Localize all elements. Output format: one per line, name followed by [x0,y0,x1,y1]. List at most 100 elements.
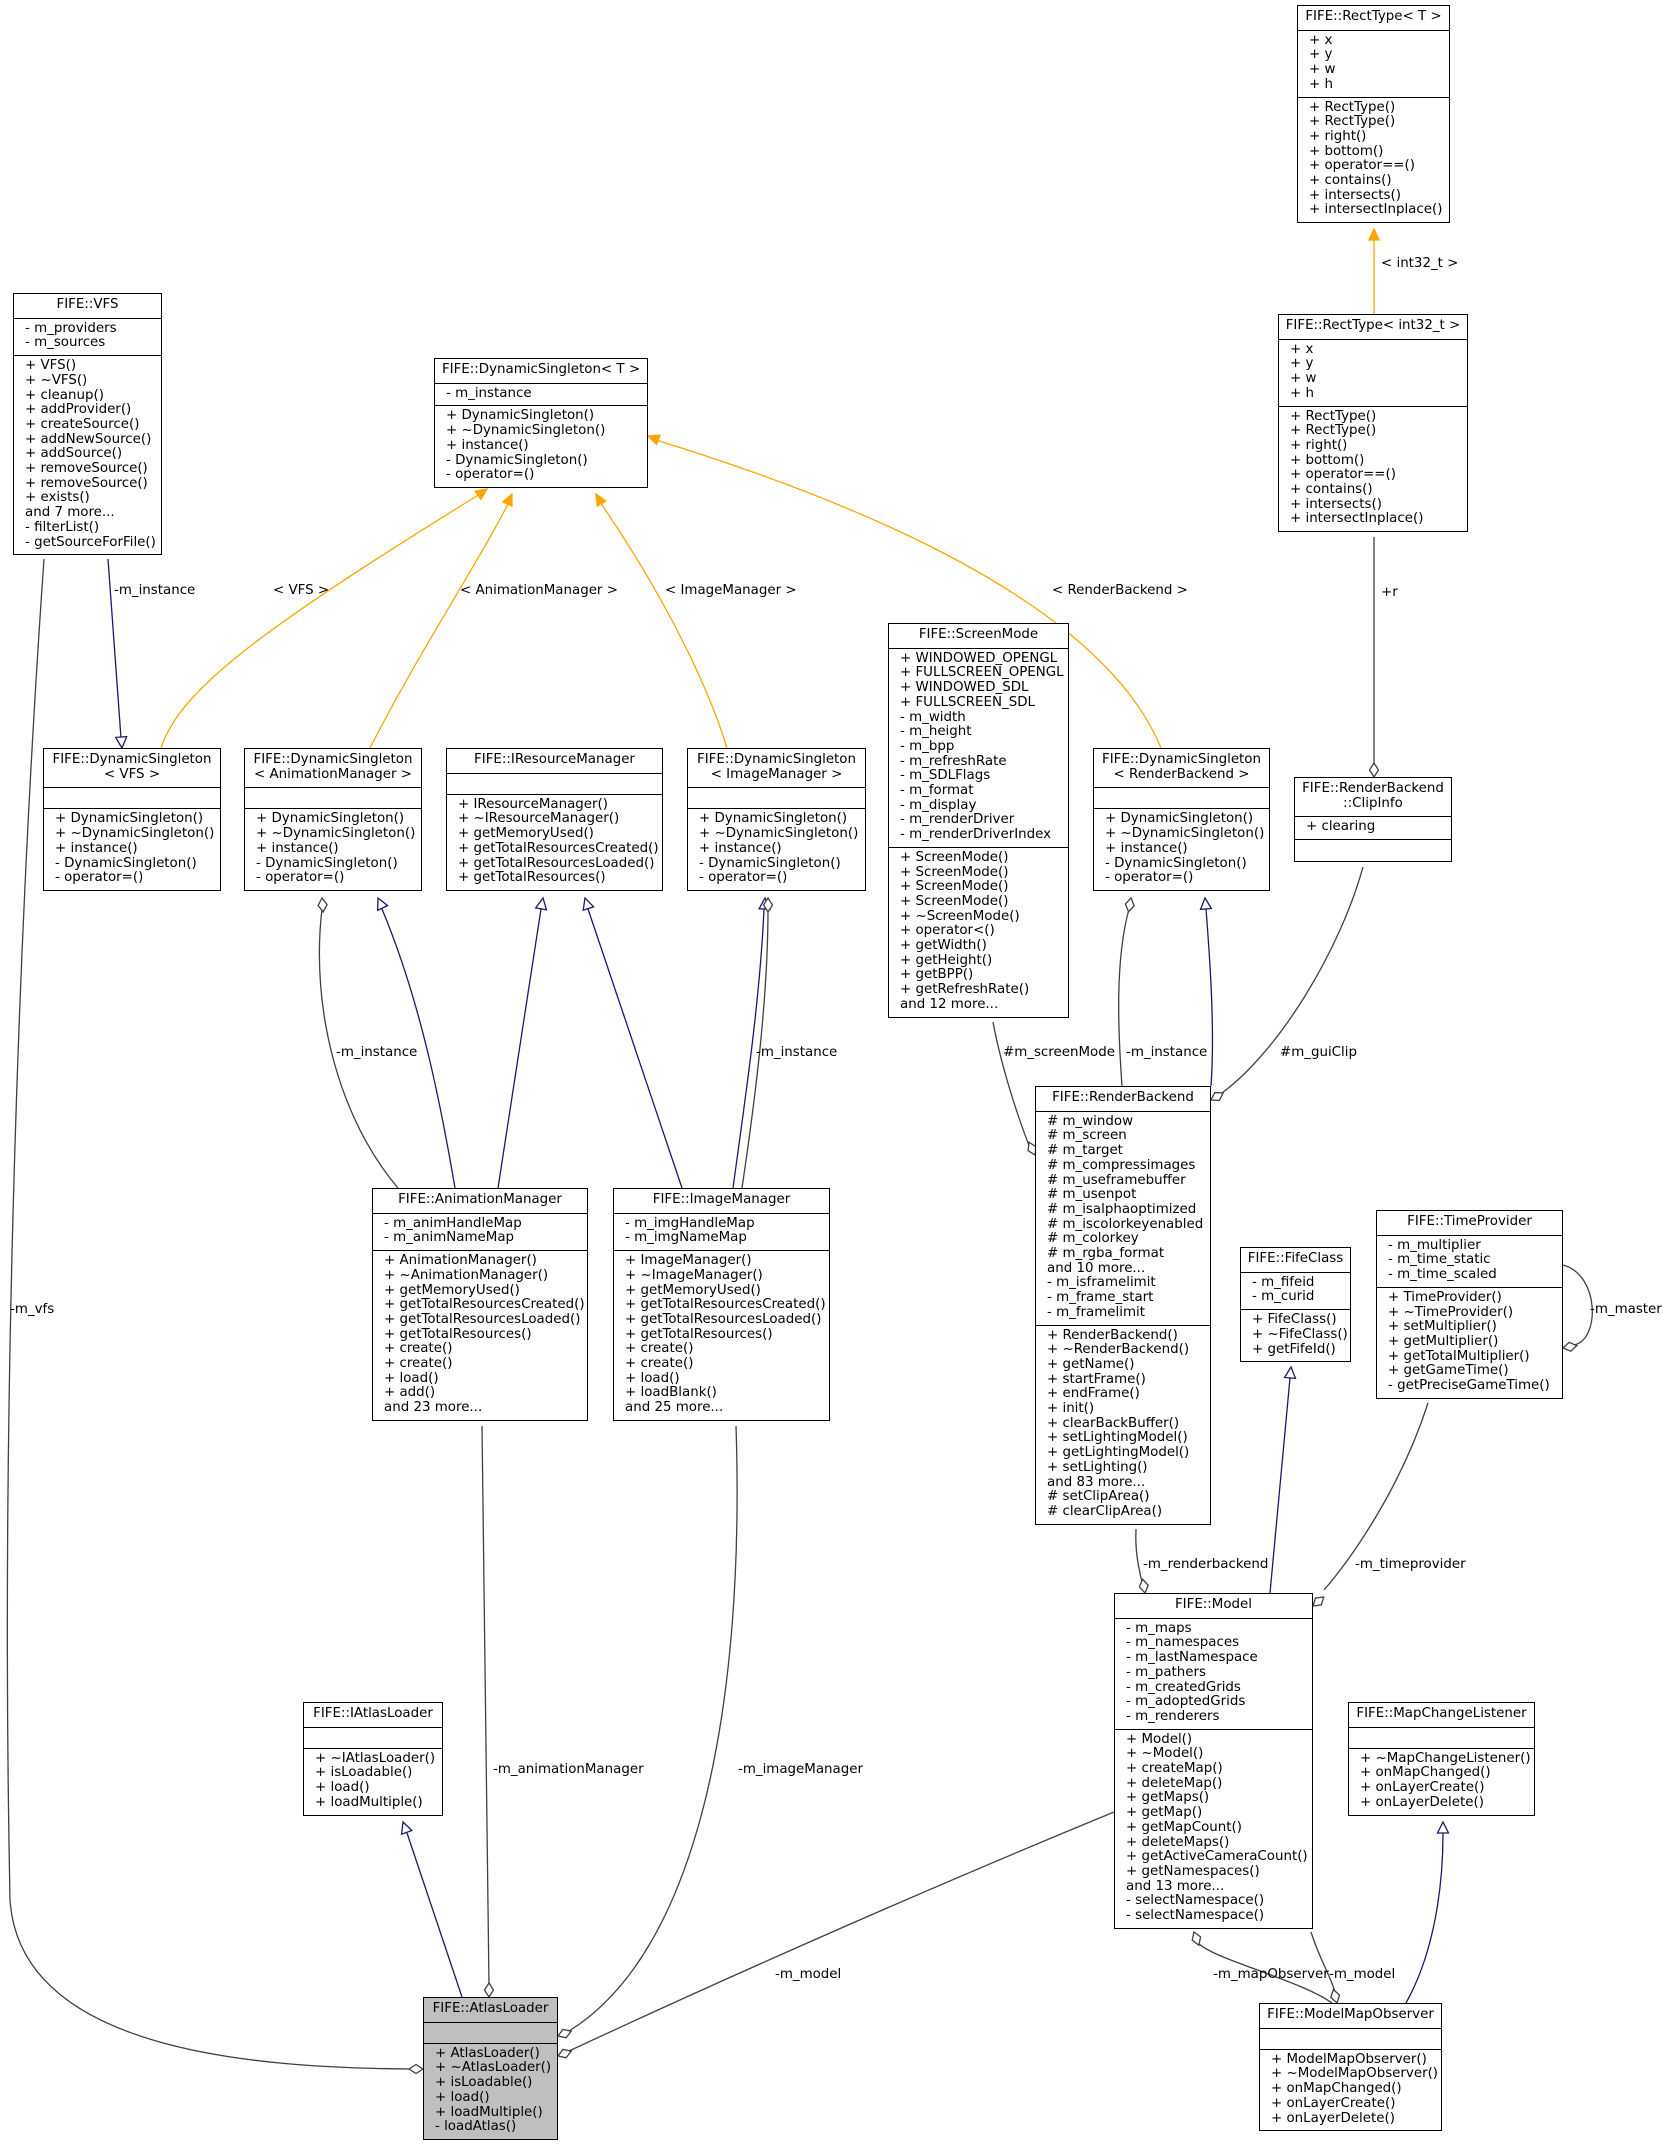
edge-usage-timeprovider-to-timeprovider [1562,1264,1593,1346]
methods-section: + DynamicSingleton() + ~DynamicSingleton(… [435,406,647,487]
method: - DynamicSingleton() [699,855,841,871]
method: + intersects() [1290,496,1382,512]
attribute: # m_window [1047,1113,1134,1129]
aggregation-diamond-icon [1191,1930,1202,1947]
edge-inherit-atlasloader-to-iatlasloader [406,1832,463,1998]
method: + getName() [1047,1356,1135,1372]
class-node-mapchangelistener[interactable]: FIFE::MapChangeListener + ~MapChangeListe… [1348,1702,1535,1816]
method: + contains() [1290,482,1373,498]
method: + create() [384,1341,453,1357]
attribute: + w [1290,371,1317,387]
class-title: FIFE::DynamicSingleton < RenderBackend > [1094,749,1269,789]
method: + FifeClass() [1252,1312,1337,1328]
method: + getMultiplier() [1388,1333,1499,1349]
method: + ModelMapObserver() [1271,2051,1427,2067]
class-title: FIFE::TimeProvider [1377,1211,1562,1236]
edge-label: -m_mapObserver [1213,1967,1329,1982]
method: and 23 more... [384,1400,483,1416]
method: + AtlasLoader() [435,2045,540,2061]
method: + setMultiplier() [1388,1319,1497,1335]
class-node-clipinfo[interactable]: FIFE::RenderBackend ::ClipInfo + clearing [1294,777,1452,863]
class-node-ds-anim[interactable]: FIFE::DynamicSingleton < AnimationManage… [244,748,422,891]
method: + intersects() [1309,187,1401,203]
attribute: - m_framelimit [1047,1304,1145,1320]
method: + create() [625,1356,694,1372]
method: + bottom() [1290,452,1365,468]
attribute: + FULLSCREEN_OPENGL [900,665,1064,681]
method: - loadAtlas() [435,2119,517,2135]
edge-template-ds-vfs-to-ds-t [160,493,481,749]
attribute: - m_lastNamespace [1126,1650,1258,1666]
method: + createMap() [1126,1761,1223,1777]
method: and 12 more... [900,996,999,1012]
edge-usage-renderbackend-to-model [1135,1528,1143,1583]
attribute: + h [1309,76,1333,92]
method: + DynamicSingleton() [1105,811,1254,827]
class-title: FIFE::IAtlasLoader [304,1703,442,1728]
attribute: - m_renderers [1126,1708,1220,1724]
method: + load() [435,2089,490,2105]
attribute: - m_height [900,724,972,740]
method: + deleteMaps() [1126,1834,1230,1850]
attributes-section: - m_providers - m_sources [14,319,161,357]
class-node-recttype-int32[interactable]: FIFE::RectType< int32_t > + x + y + w + h + R… [1278,314,1468,533]
attribute: # m_iscolorkeyenabled [1047,1216,1204,1232]
class-node-ds-img[interactable]: FIFE::DynamicSingleton < ImageManager >+… [687,748,866,891]
class-title: FIFE::RenderBackend [1036,1087,1210,1112]
method: + isLoadable() [315,1765,413,1781]
inheritance-arrow-icon [377,896,389,912]
method: + cleanup() [25,387,104,403]
class-node-recttype-t[interactable]: FIFE::RectType< T > + x + y + w + h + RectTyp… [1297,5,1450,224]
attributes-section [44,788,220,810]
attribute: + clearing [1306,819,1376,835]
class-title: FIFE::IResourceManager [447,749,662,774]
class-node-ds-rb[interactable]: FIFE::DynamicSingleton < RenderBackend >… [1093,748,1270,891]
edge-label: -m_instance [336,1045,418,1060]
attributes-section [245,788,421,810]
class-node-renderbackend[interactable]: FIFE::RenderBackend # m_window # m_screen #… [1035,1086,1211,1525]
template-arrow-icon [473,488,489,501]
class-node-iresmgr[interactable]: FIFE::IResourceManager + IResourceManager… [446,748,663,891]
method: + ~DynamicSingleton() [55,826,215,842]
methods-section: + ModelMapObserver() + ~ModelMapObserver(… [1260,2050,1441,2131]
attribute: + h [1290,385,1314,401]
method: + startFrame() [1047,1371,1146,1387]
attributes-section [1094,788,1269,810]
method: + addSource() [25,446,123,462]
class-node-model[interactable]: FIFE::Model - m_maps - m_namespaces - m_las… [1114,1593,1313,1929]
method: + instance() [1105,840,1188,856]
aggregation-diamond-icon [1330,1988,1341,2005]
class-node-modelmapobserver[interactable]: FIFE::ModelMapObserver + ModelMapObserver… [1259,2003,1442,2132]
attribute: + y [1290,356,1314,372]
class-node-atlasloader[interactable]: FIFE::AtlasLoader + AtlasLoader() + ~Atlas… [423,1997,558,2140]
method: + onLayerCreate() [1360,1780,1485,1796]
attribute: - m_curid [1252,1289,1315,1305]
attribute: + x [1309,32,1333,48]
class-node-ds-t[interactable]: FIFE::DynamicSingleton< T > - m_instance +… [434,358,648,488]
attribute: # m_isalphaoptimized [1047,1201,1197,1217]
class-title: FIFE::DynamicSingleton < ImageManager > [688,749,865,789]
class-node-screenmode[interactable]: FIFE::ScreenMode + WINDOWED_OPENGL + FULLS… [888,623,1069,1018]
method: + create() [384,1356,453,1372]
method: + ScreenMode() [900,879,1009,895]
class-node-iatlasloader[interactable]: FIFE::IAtlasLoader + ~IAtlasLoader() + isL… [303,1702,443,1816]
attributes-section: - m_multiplier - m_time_static - m_time_sc… [1377,1236,1562,1288]
class-node-ds-vfs[interactable]: FIFE::DynamicSingleton < VFS > + DynamicS… [43,748,221,891]
methods-section: + DynamicSingleton() + ~DynamicSingleton(… [1094,809,1269,890]
method: + create() [625,1341,694,1357]
method: + getGameTime() [1388,1363,1509,1379]
attribute: # m_useframebuffer [1047,1172,1186,1188]
attribute: + x [1290,341,1314,357]
method: + setLightingModel() [1047,1430,1188,1446]
class-node-vfs[interactable]: FIFE::VFS - m_providers - m_sources + VFS()… [13,293,162,556]
class-node-timeprovider[interactable]: FIFE::TimeProvider - m_multiplier - m_time… [1376,1210,1563,1399]
method: + VFS() [25,358,77,374]
method: + DynamicSingleton() [699,811,848,827]
class-node-imgmgr[interactable]: FIFE::ImageManager - m_imgHandleMap - m_im… [613,1188,830,1421]
attribute: - m_format [900,783,974,799]
method: and 13 more... [1126,1878,1225,1894]
method: + endFrame() [1047,1386,1140,1402]
method: + instance() [256,840,339,856]
class-node-animmgr[interactable]: FIFE::AnimationManager - m_animHandleMap -… [372,1188,588,1421]
class-node-fifeclass[interactable]: FIFE::FifeClass - m_fifeid - m_curid + Fife… [1240,1247,1351,1363]
